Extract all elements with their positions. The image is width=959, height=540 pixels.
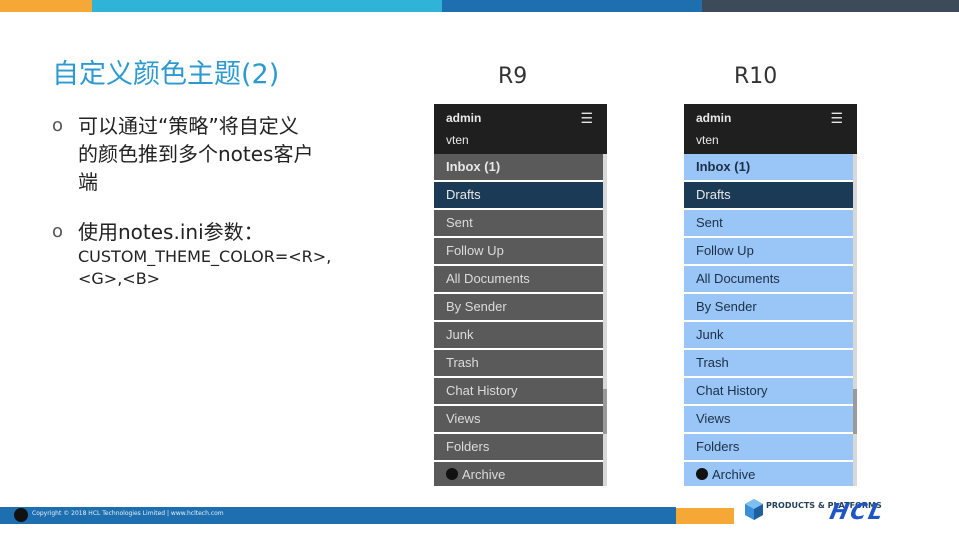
cube-icon: [745, 499, 763, 520]
nav-item-label: Folders: [696, 439, 740, 454]
menu-icon[interactable]: ☰: [830, 110, 843, 127]
nav-item-archive[interactable]: Archive: [684, 462, 855, 486]
nav-item-label: Junk: [446, 327, 474, 342]
brand-circle-icon: [14, 508, 28, 522]
menu-icon[interactable]: ☰: [580, 110, 593, 127]
panel-header: admin vten ☰: [434, 104, 607, 154]
nav-item-folders[interactable]: Folders: [434, 434, 605, 460]
bullet-2: o 使用notes.ini参数：: [52, 218, 264, 246]
panel-r9: admin vten ☰ Inbox (1) Drafts Sent Follo…: [434, 104, 607, 486]
nav-item-by-sender[interactable]: By Sender: [684, 294, 855, 320]
scrollbar-track[interactable]: [603, 154, 607, 486]
nav-item-drafts[interactable]: Drafts: [434, 182, 605, 208]
nav-item-label: All Documents: [696, 271, 780, 286]
nav-item-follow-up[interactable]: Follow Up: [434, 238, 605, 264]
nav-item-inbox[interactable]: Inbox (1): [684, 154, 855, 180]
top-band-dark: [702, 0, 959, 12]
bullet-1: o 可以通过“策略”将自定义 的颜色推到多个notes客户 端: [52, 112, 313, 196]
nav-item-sent[interactable]: Sent: [434, 210, 605, 236]
nav-item-label: Sent: [446, 215, 473, 230]
item-list: Inbox (1) Drafts Sent Follow Up All Docu…: [684, 154, 857, 486]
copyright-text: Copyright © 2018 HCL Technologies Limite…: [32, 510, 224, 517]
scrollbar-thumb[interactable]: [853, 389, 857, 434]
nav-item-chat-history[interactable]: Chat History: [684, 378, 855, 404]
nav-item-label: Follow Up: [446, 243, 504, 258]
nav-item-chat-history[interactable]: Chat History: [434, 378, 605, 404]
nav-item-all-documents[interactable]: All Documents: [684, 266, 855, 292]
nav-item-label: Views: [696, 411, 731, 426]
chevron-down-circle-icon: [446, 468, 458, 480]
server-name: vten: [446, 133, 469, 147]
products-platforms-logo: PRODUCTS & PLATFORMS: [744, 498, 882, 528]
nav-item-label: Folders: [446, 439, 490, 454]
nav-item-trash[interactable]: Trash: [434, 350, 605, 376]
footer-accent: [676, 508, 734, 524]
nav-item-archive[interactable]: Archive: [434, 462, 605, 486]
top-band-blue: [442, 0, 702, 12]
slide-title: 自定义颜色主题(2): [52, 59, 280, 90]
nav-item-label: Junk: [696, 327, 724, 342]
nav-item-label: Inbox (1): [696, 159, 751, 174]
scrollbar-thumb[interactable]: [603, 389, 607, 434]
nav-item-label: Sent: [696, 215, 723, 230]
nav-item-trash[interactable]: Trash: [684, 350, 855, 376]
user-name: admin: [446, 111, 482, 125]
nav-item-label: Inbox (1): [446, 159, 501, 174]
server-name: vten: [696, 133, 719, 147]
panel-header: admin vten ☰: [684, 104, 857, 154]
nav-item-label: Drafts: [696, 187, 731, 202]
nav-item-views[interactable]: Views: [434, 406, 605, 432]
top-band-orange: [0, 0, 92, 12]
scrollbar-track[interactable]: [853, 154, 857, 486]
nav-item-label: Chat History: [696, 383, 768, 398]
item-list: Inbox (1) Drafts Sent Follow Up All Docu…: [434, 154, 607, 486]
bullet-2-text: 使用notes.ini参数：: [78, 220, 264, 244]
hcl-logo: HCL: [827, 500, 888, 525]
column-label-r9: R9: [498, 64, 528, 89]
nav-item-label: Archive: [462, 467, 506, 482]
nav-item-all-documents[interactable]: All Documents: [434, 266, 605, 292]
nav-item-label: By Sender: [696, 299, 757, 314]
nav-item-junk[interactable]: Junk: [684, 322, 855, 348]
bullet-circle-icon: o: [52, 221, 64, 242]
top-band-cyan: [92, 0, 442, 12]
panel-r10: admin vten ☰ Inbox (1) Drafts Sent Follo…: [684, 104, 857, 486]
bullet-1-text: 可以通过“策略”将自定义 的颜色推到多个notes客户 端: [78, 114, 314, 194]
nav-item-label: Chat History: [446, 383, 518, 398]
nav-item-junk[interactable]: Junk: [434, 322, 605, 348]
nav-item-views[interactable]: Views: [684, 406, 855, 432]
nav-item-label: Follow Up: [696, 243, 754, 258]
column-label-r10: R10: [734, 64, 778, 89]
nav-item-label: Views: [446, 411, 481, 426]
nav-item-label: Drafts: [446, 187, 481, 202]
nav-item-by-sender[interactable]: By Sender: [434, 294, 605, 320]
nav-item-label: Archive: [712, 467, 756, 482]
user-name: admin: [696, 111, 732, 125]
nav-item-follow-up[interactable]: Follow Up: [684, 238, 855, 264]
nav-item-sent[interactable]: Sent: [684, 210, 855, 236]
nav-item-label: Trash: [446, 355, 479, 370]
nav-item-inbox[interactable]: Inbox (1): [434, 154, 605, 180]
nav-item-label: Trash: [696, 355, 729, 370]
nav-item-label: All Documents: [446, 271, 530, 286]
nav-item-folders[interactable]: Folders: [684, 434, 855, 460]
bullet-circle-icon: o: [52, 115, 64, 136]
parameter-text: CUSTOM_THEME_COLOR=<R>, <G>,<B>: [78, 247, 332, 288]
nav-item-label: By Sender: [446, 299, 507, 314]
nav-item-drafts[interactable]: Drafts: [684, 182, 855, 208]
chevron-down-circle-icon: [696, 468, 708, 480]
